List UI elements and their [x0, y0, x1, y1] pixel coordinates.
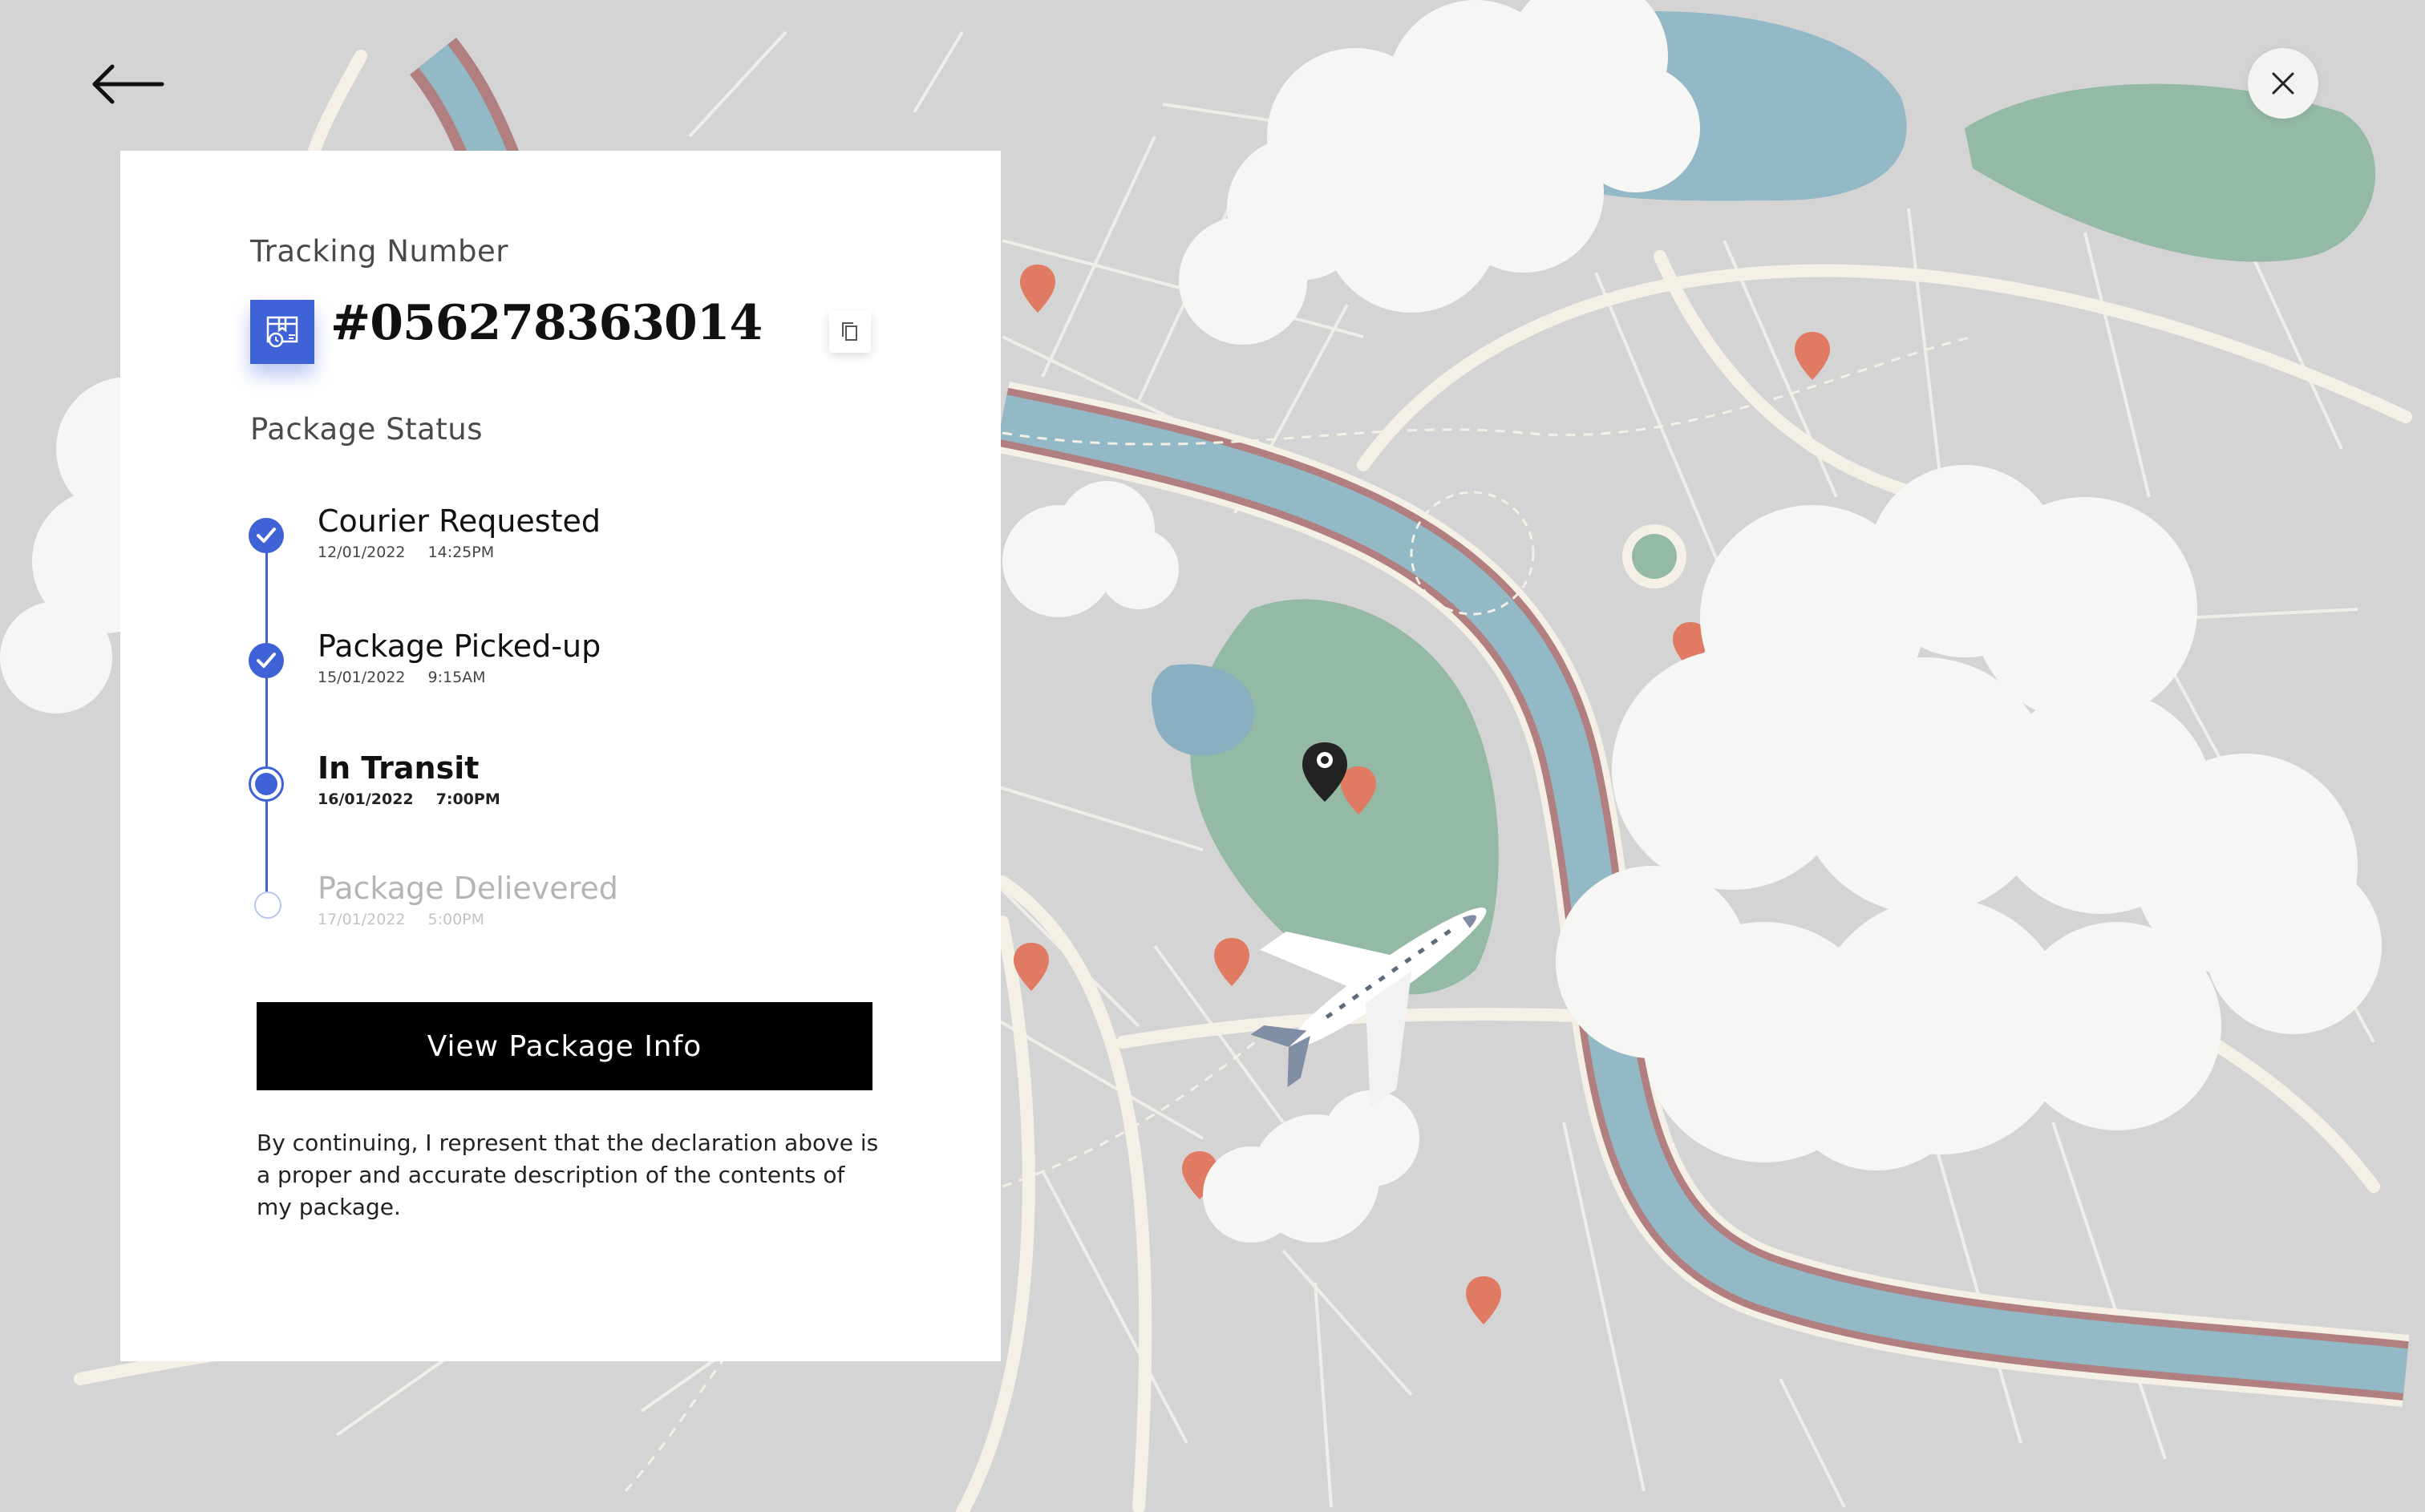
- check-icon: [257, 653, 276, 668]
- step-title: Package Delievered: [318, 871, 618, 906]
- package-icon: [266, 316, 298, 348]
- timeline-connector: [265, 661, 268, 782]
- timeline-connector: [265, 784, 268, 903]
- close-icon: [2272, 72, 2294, 95]
- step-time: 5:00PM: [427, 911, 485, 928]
- step-datetime: 17/01/2022 5:00PM: [318, 911, 507, 928]
- step-title: Package Picked-up: [318, 629, 601, 664]
- step-time: 9:15AM: [427, 669, 486, 686]
- copy-button[interactable]: [829, 311, 871, 353]
- arrow-left-icon: [92, 64, 164, 104]
- package-status-label: Package Status: [250, 412, 484, 447]
- view-package-info-button[interactable]: View Package Info: [257, 1002, 872, 1090]
- step-time: 14:25PM: [427, 544, 495, 561]
- step-current-marker: [249, 766, 284, 802]
- step-datetime: 15/01/2022 9:15AM: [318, 669, 508, 686]
- step-pending-marker: [254, 891, 281, 919]
- step-title: Courier Requested: [318, 503, 601, 539]
- step-date: 15/01/2022: [318, 669, 406, 686]
- close-button[interactable]: [2248, 48, 2318, 119]
- step-done-marker: [249, 518, 284, 553]
- timeline-connector: [265, 536, 268, 656]
- step-datetime: 16/01/2022 7:00PM: [318, 790, 523, 808]
- copy-icon: [842, 322, 857, 341]
- step-title: In Transit: [318, 750, 480, 786]
- step-date: 12/01/2022: [318, 544, 406, 561]
- step-date: 17/01/2022: [318, 911, 406, 928]
- tracking-number-label: Tracking Number: [250, 234, 508, 269]
- step-date: 16/01/2022: [318, 790, 414, 808]
- step-datetime: 12/01/2022 14:25PM: [318, 544, 516, 561]
- step-time: 7:00PM: [435, 790, 500, 808]
- package-badge: [250, 300, 314, 364]
- disclaimer-text: By continuing, I represent that the decl…: [257, 1130, 879, 1220]
- tracking-panel: Tracking Number #056278363014 Package St…: [120, 151, 1001, 1361]
- check-icon: [257, 528, 276, 543]
- back-button[interactable]: [88, 56, 168, 112]
- step-done-marker: [249, 643, 284, 678]
- tracking-number: #056278363014: [330, 295, 763, 351]
